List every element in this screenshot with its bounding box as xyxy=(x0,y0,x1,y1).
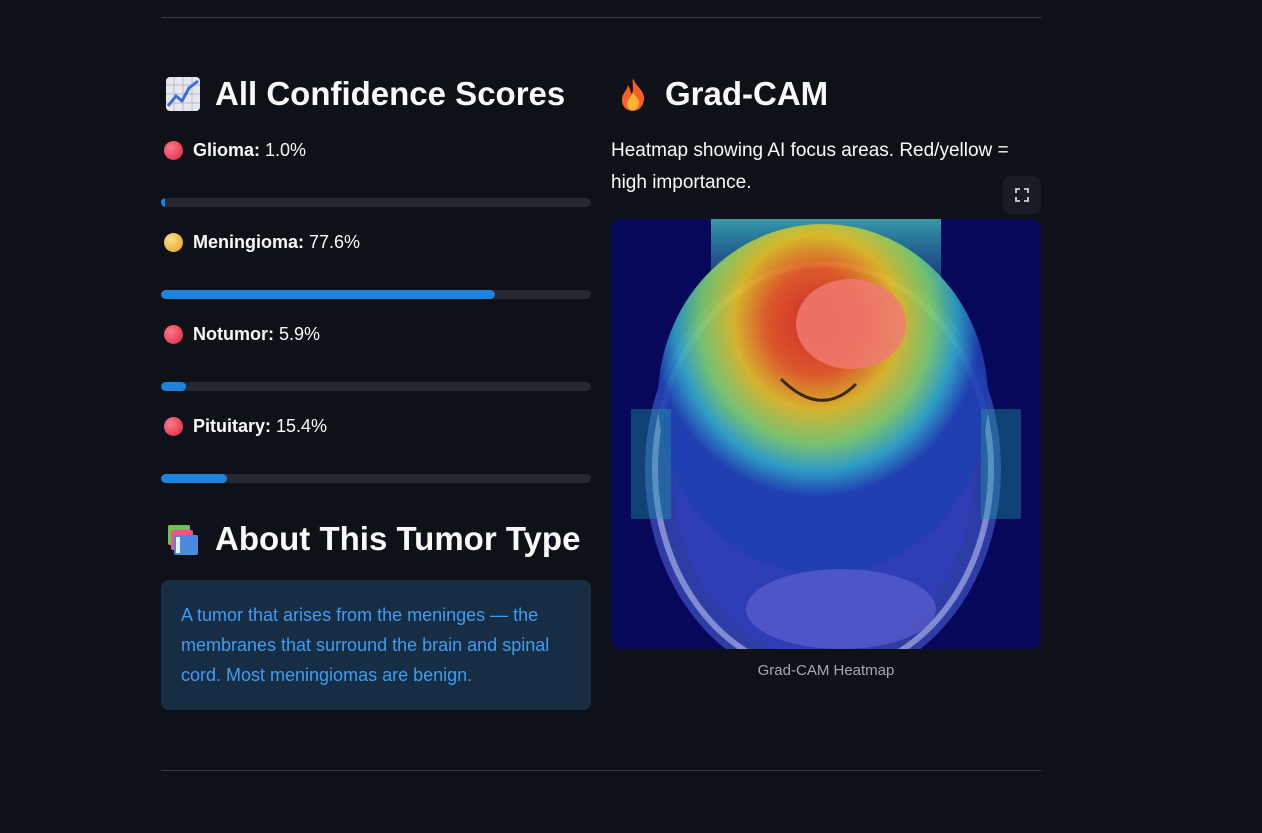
score-row-pituitary: Pituitary: 15.4% xyxy=(161,414,327,438)
tumor-description: A tumor that arises from the meninges — … xyxy=(181,605,550,685)
gradcam-description: Heatmap showing AI focus areas. Red/yell… xyxy=(611,140,1009,193)
progress-bar-pituitary xyxy=(161,474,591,483)
red-circle-icon xyxy=(164,416,183,436)
bottom-divider xyxy=(161,770,1041,771)
progress-fill xyxy=(161,474,228,483)
progress-fill xyxy=(161,382,187,391)
about-heading: About This Tumor Type xyxy=(165,519,580,559)
score-value: 1.0% xyxy=(265,140,307,160)
progress-bar-notumor xyxy=(161,382,591,391)
books-icon xyxy=(165,521,201,557)
chart-increasing-icon xyxy=(165,76,201,112)
red-circle-icon xyxy=(164,324,183,344)
score-row-glioma: Glioma: 1.0% xyxy=(161,138,306,162)
score-value: 5.9% xyxy=(278,324,321,344)
gradcam-heading: Grad-CAM xyxy=(615,74,828,114)
score-label: Pituitary: xyxy=(193,416,272,436)
scores-title: All Confidence Scores xyxy=(215,75,566,112)
red-circle-icon xyxy=(164,140,183,160)
yellow-circle-icon xyxy=(164,232,183,252)
about-title: About This Tumor Type xyxy=(215,520,581,557)
score-label: Glioma: xyxy=(193,140,261,160)
score-value: 77.6% xyxy=(309,232,361,252)
progress-bar-meningioma xyxy=(161,290,591,299)
score-row-meningioma: Meningioma: 77.6% xyxy=(161,230,360,254)
tumor-info-box: A tumor that arises from the meninges — … xyxy=(161,580,591,710)
fullscreen-icon xyxy=(1015,188,1029,202)
fire-icon xyxy=(615,76,651,112)
gradcam-heatmap-image xyxy=(611,219,1041,649)
score-label: Notumor: xyxy=(193,324,274,344)
image-caption: Grad-CAM Heatmap xyxy=(757,662,895,679)
fullscreen-button[interactable] xyxy=(1003,176,1041,214)
score-label: Meningioma: xyxy=(193,232,304,252)
progress-fill xyxy=(161,290,495,299)
score-value: 15.4% xyxy=(276,416,328,436)
gradcam-title: Grad-CAM xyxy=(665,75,829,112)
progress-bar-glioma xyxy=(161,198,591,207)
progress-fill xyxy=(161,198,166,207)
score-row-notumor: Notumor: 5.9% xyxy=(161,322,320,346)
top-divider xyxy=(161,17,1041,18)
scores-heading: All Confidence Scores xyxy=(165,74,565,114)
